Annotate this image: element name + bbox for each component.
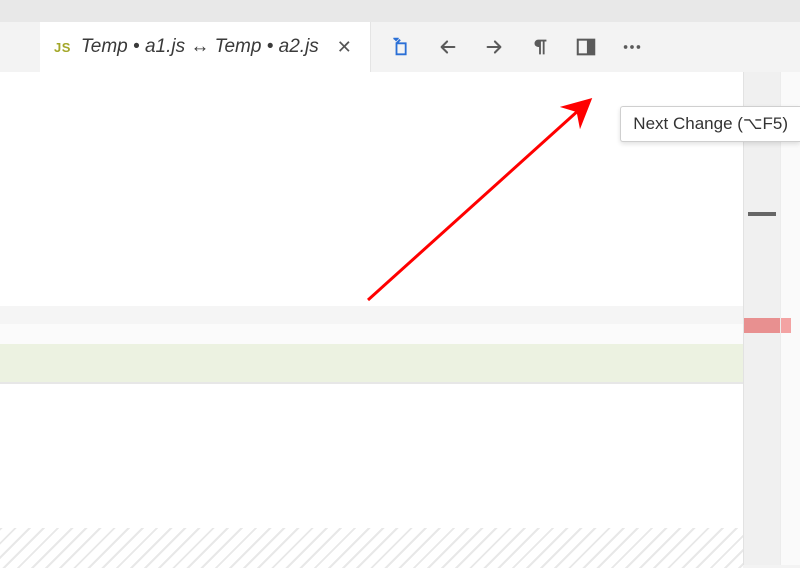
tooltip-text: Next Change (⌥F5) (633, 114, 788, 133)
js-file-icon: JS (54, 40, 71, 55)
close-tab-button[interactable]: ✕ (333, 36, 356, 58)
open-changes-icon (391, 36, 413, 58)
arrow-right-icon (483, 36, 505, 58)
open-changes-button[interactable] (379, 22, 425, 72)
minimap-viewport-indicator (748, 212, 776, 216)
next-change-tooltip: Next Change (⌥F5) (620, 106, 800, 142)
toggle-layout-button[interactable] (563, 22, 609, 72)
overview-ruler[interactable] (780, 72, 800, 565)
editor-area (0, 72, 800, 565)
split-layout-icon (575, 36, 597, 58)
diff-editor[interactable] (0, 72, 743, 565)
previous-change-button[interactable] (425, 22, 471, 72)
tab-title: Temp • a1.js ↔ Temp • a2.js (81, 36, 319, 58)
minimap[interactable] (743, 72, 780, 565)
next-change-button[interactable] (471, 22, 517, 72)
tab-bar: JS Temp • a1.js ↔ Temp • a2.js ✕ (0, 22, 800, 72)
titlebar-spacer (0, 0, 800, 22)
diff-context-row (0, 306, 743, 324)
overview-change-marker (781, 318, 791, 333)
editor-tab[interactable]: JS Temp • a1.js ↔ Temp • a2.js ✕ (40, 22, 371, 72)
ellipsis-icon (621, 36, 643, 58)
arrow-left-icon (437, 36, 459, 58)
pilcrow-icon (529, 36, 551, 58)
toggle-whitespace-button[interactable] (517, 22, 563, 72)
tab-bar-leading-gap (0, 22, 40, 72)
diff-context-row (0, 324, 743, 344)
diff-added-row (0, 344, 743, 382)
more-actions-button[interactable] (609, 22, 655, 72)
minimap-change-marker (744, 318, 780, 333)
diff-missing-region (0, 528, 743, 568)
diff-separator (0, 382, 743, 384)
editor-toolbar (371, 22, 655, 72)
